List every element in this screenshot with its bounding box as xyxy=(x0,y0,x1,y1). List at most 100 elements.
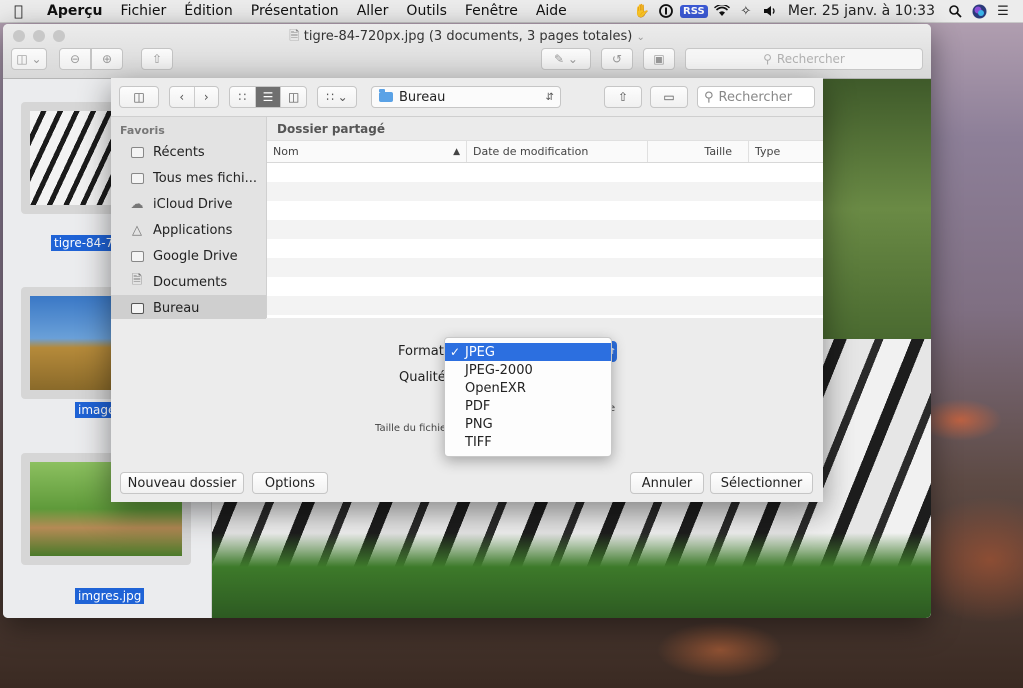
window-search-input[interactable]: ⚲ Rechercher xyxy=(685,48,923,70)
menu-edition[interactable]: Édition xyxy=(175,3,241,19)
table-row xyxy=(267,220,823,239)
column-headers: Nom ▲ Date de modification Taille Type xyxy=(267,141,823,163)
hand-icon[interactable]: ✋ xyxy=(630,0,654,22)
options-button[interactable]: Options xyxy=(252,472,328,494)
window-titlebar: 🗎 tigre-84-720px.jpg (3 documents, 3 pag… xyxy=(3,24,931,79)
volume-icon[interactable] xyxy=(758,0,782,22)
filesize-label: Taille du fichier xyxy=(375,423,451,434)
checkmark-icon: ✓ xyxy=(449,345,461,359)
siri-icon[interactable] xyxy=(967,0,991,22)
format-option-jpeg[interactable]: ✓ JPEG xyxy=(445,343,611,361)
sidebar-item-documents[interactable]: 🗎 Documents xyxy=(111,269,266,295)
sidebar-section-header: Favoris xyxy=(120,124,165,137)
apple-icon[interactable]:  xyxy=(14,2,32,20)
chevron-down-icon[interactable]: ⌄ xyxy=(636,32,644,43)
menu-app[interactable]: Aperçu xyxy=(38,3,112,19)
sidebar-item-google-drive[interactable]: Google Drive xyxy=(111,243,266,269)
rotate-button[interactable]: ↺ xyxy=(601,48,633,70)
column-header-type[interactable]: Type xyxy=(749,141,823,162)
format-option-tiff[interactable]: TIFF xyxy=(445,433,611,451)
recents-icon xyxy=(129,145,145,159)
sidebar-item-icloud[interactable]: ☁ iCloud Drive xyxy=(111,191,266,217)
column-view-icon[interactable]: ◫ xyxy=(280,87,306,107)
applications-icon: △ xyxy=(132,222,142,238)
table-row xyxy=(267,201,823,220)
search-icon: ⚲ xyxy=(763,52,772,66)
share-button[interactable]: ⇧ xyxy=(141,48,173,70)
column-header-date[interactable]: Date de modification xyxy=(467,141,648,162)
select-button[interactable]: Sélectionner xyxy=(710,472,813,494)
icloud-icon: ☁ xyxy=(130,196,144,212)
desktop-icon xyxy=(129,301,145,315)
menu-aide[interactable]: Aide xyxy=(527,3,576,19)
format-label: Format xyxy=(398,344,444,359)
location-popup[interactable]: Bureau ⇵ xyxy=(371,86,561,108)
menubar-clock[interactable]: Mer. 25 janv. à 10:33 xyxy=(782,3,943,19)
view-mode-buttons: ∷ ☰ ◫ xyxy=(229,86,307,108)
forward-button[interactable]: › xyxy=(195,87,219,107)
updown-icon: ⇵ xyxy=(545,91,554,103)
file-list: Dossier partagé Nom ▲ Date de modificati… xyxy=(267,117,823,318)
password-icon[interactable] xyxy=(654,0,678,22)
documents-icon: 🗎 xyxy=(131,273,143,288)
sidebar-toggle-button[interactable]: ◫ ⌄ xyxy=(11,48,47,70)
format-dropdown-menu: ✓ JPEG JPEG-2000 OpenEXR PDF PNG TIFF xyxy=(444,337,612,457)
sidebar-item-applications[interactable]: △ Applications xyxy=(111,217,266,243)
shared-folder-header: Dossier partagé xyxy=(267,117,823,141)
folder-icon xyxy=(129,249,145,263)
rss-icon[interactable]: RSS xyxy=(678,0,710,22)
back-button[interactable]: ‹ xyxy=(170,87,195,107)
thumbnail-label[interactable]: tigre-84-7 xyxy=(51,235,117,251)
sidebar-item-all-files[interactable]: Tous mes fichi... xyxy=(111,165,266,191)
table-row xyxy=(267,258,823,277)
dialog-search-input[interactable]: ⚲ Rechercher xyxy=(697,86,815,108)
format-option-png[interactable]: PNG xyxy=(445,415,611,433)
bluetooth-icon[interactable]: ✧ xyxy=(734,0,758,22)
dialog-sidebar: Favoris Récents Tous mes fichi... ☁ iClo… xyxy=(111,117,267,321)
wifi-icon[interactable] xyxy=(710,0,734,22)
spotlight-icon[interactable] xyxy=(943,0,967,22)
thumbnail-label[interactable]: imgres.jpg xyxy=(75,588,145,604)
toolbox-button[interactable]: ▣ xyxy=(643,48,675,70)
quality-label: Qualité xyxy=(399,370,446,385)
table-row xyxy=(267,182,823,201)
cancel-button[interactable]: Annuler xyxy=(630,472,704,494)
folder-icon xyxy=(379,89,393,102)
menubar:  Aperçu Fichier Édition Présentation Al… xyxy=(0,0,1023,23)
navigation-buttons: ‹ › xyxy=(169,86,219,108)
window-title: 🗎 tigre-84-720px.jpg (3 documents, 3 pag… xyxy=(289,29,645,44)
table-row xyxy=(267,296,823,315)
menu-aller[interactable]: Aller xyxy=(348,3,398,19)
tag-button[interactable]: ▭ xyxy=(650,86,688,108)
table-row xyxy=(267,239,823,258)
column-header-size[interactable]: Taille xyxy=(648,141,749,162)
icon-view-icon[interactable]: ∷ xyxy=(230,87,256,107)
zoom-in-button[interactable]: ⊕ xyxy=(91,48,123,70)
sidebar-item-recents[interactable]: Récents xyxy=(111,139,266,165)
dialog-toolbar: ◫ ‹ › ∷ ☰ ◫ ∷ ⌄ Bureau ⇵ ⇧ ▭ ⚲ Recherche… xyxy=(111,78,823,117)
group-button[interactable]: ∷ ⌄ xyxy=(317,86,357,108)
format-option-openexr[interactable]: OpenEXR xyxy=(445,379,611,397)
search-icon: ⚲ xyxy=(704,89,714,105)
list-view-icon[interactable]: ☰ xyxy=(255,87,281,107)
column-header-name[interactable]: Nom ▲ xyxy=(267,141,467,162)
format-option-pdf[interactable]: PDF xyxy=(445,397,611,415)
format-option-jpeg2000[interactable]: JPEG-2000 xyxy=(445,361,611,379)
sidebar-toggle-button[interactable]: ◫ xyxy=(119,86,159,108)
share-button[interactable]: ⇧ xyxy=(604,86,642,108)
menu-presentation[interactable]: Présentation xyxy=(242,3,348,19)
menu-fichier[interactable]: Fichier xyxy=(112,3,176,19)
menu-fenetre[interactable]: Fenêtre xyxy=(456,3,527,19)
zoom-out-button[interactable]: ⊖ xyxy=(59,48,91,70)
all-files-icon xyxy=(129,171,145,185)
new-folder-button[interactable]: Nouveau dossier xyxy=(120,472,244,494)
notification-center-icon[interactable]: ☰ xyxy=(991,0,1015,22)
menu-outils[interactable]: Outils xyxy=(397,3,455,19)
document-icon: 🗎 xyxy=(289,29,300,44)
chevron-up-icon: ▲ xyxy=(453,146,460,157)
file-rows xyxy=(267,163,823,315)
markup-button[interactable]: ✎ ⌄ xyxy=(541,48,591,70)
sidebar-item-bureau[interactable]: Bureau xyxy=(111,295,266,321)
table-row xyxy=(267,163,823,182)
table-row xyxy=(267,277,823,296)
